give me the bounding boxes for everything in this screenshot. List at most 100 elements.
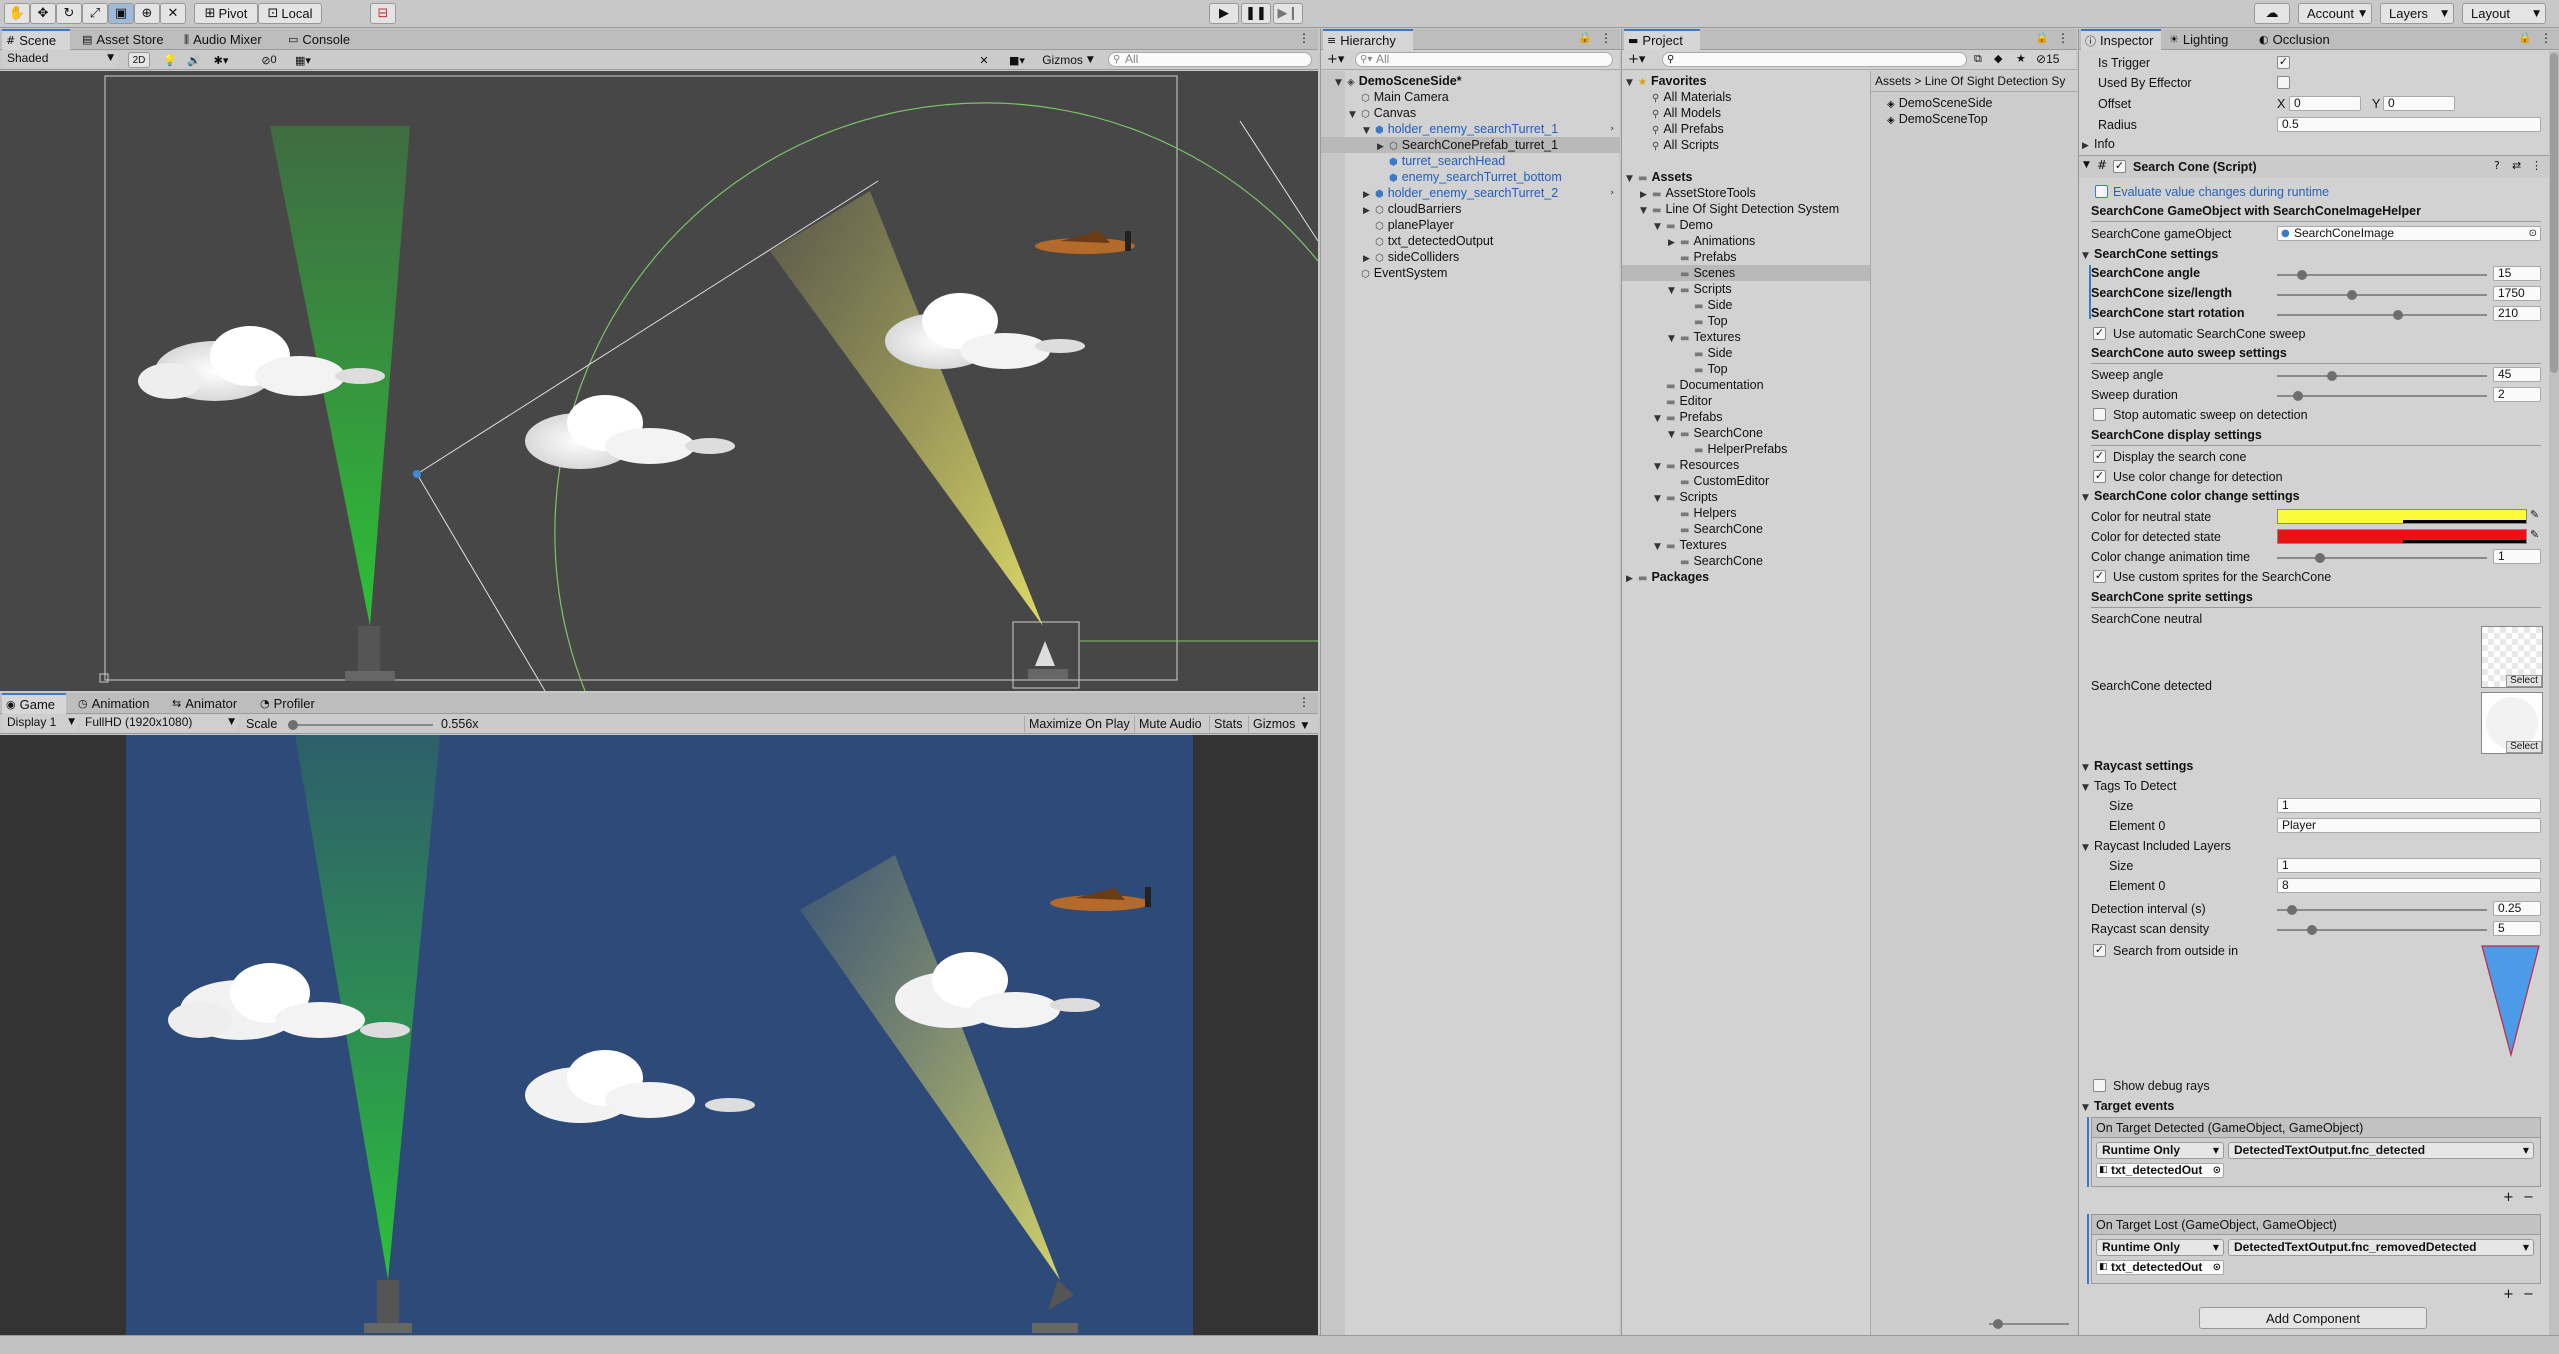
scene-viewport[interactable]	[0, 71, 1318, 691]
tab-game[interactable]: ◉ Game	[2, 693, 66, 714]
camera-icon[interactable]: ■▾	[1002, 52, 1032, 68]
filter-label-icon[interactable]: ◆	[1994, 52, 2002, 65]
info-foldout[interactable]: ▶ Info	[2082, 136, 2115, 152]
inspector-scrollbar[interactable]	[2549, 51, 2559, 1335]
tab-asset-store[interactable]: ▤ Asset Store	[78, 29, 188, 50]
project-tree-item[interactable]: ▬ Documentation	[1622, 377, 1870, 393]
project-tree-item[interactable]: ▬ Scenes	[1622, 265, 1870, 281]
slider-knob[interactable]	[2297, 270, 2307, 280]
tab-console[interactable]: ▭ Console	[284, 29, 374, 50]
slider-knob[interactable]	[2307, 925, 2317, 935]
hierarchy-item[interactable]: ⬡ Main Camera	[1321, 89, 1620, 105]
hierarchy-item[interactable]: ⬡ planePlayer	[1321, 217, 1620, 233]
scale-tool-icon[interactable]: ⤢	[82, 3, 108, 24]
layers-element-field[interactable]: 8	[2277, 878, 2541, 893]
hierarchy-item[interactable]: ⬢ enemy_searchTurret_bottom	[1321, 169, 1620, 185]
project-tree-item[interactable]: ▬ CustomEditor	[1622, 473, 1870, 489]
used-by-effector-checkbox[interactable]	[2277, 76, 2290, 89]
project-tree-item[interactable]: ▼ ▬ Prefabs	[1622, 409, 1870, 425]
move-tool-icon[interactable]: ✥	[30, 3, 56, 24]
more-icon[interactable]: ⋮	[1298, 31, 1310, 45]
more-icon[interactable]: ⋮	[2531, 159, 2542, 172]
remove-listener-icon[interactable]: −	[2523, 1190, 2534, 1205]
cloud-icon[interactable]: ☁	[2254, 3, 2290, 24]
offset-y-field[interactable]: 0	[2383, 96, 2455, 111]
size-slider[interactable]	[2277, 290, 2487, 300]
rotation-slider[interactable]	[2277, 310, 2487, 320]
function-dropdown[interactable]: DetectedTextOutput.fnc_detected ▼	[2228, 1142, 2534, 1159]
project-tree-item[interactable]: ⚲ All Materials	[1622, 89, 1870, 105]
stats-button[interactable]: Stats	[1209, 716, 1243, 732]
project-tree-item[interactable]: ▼ ▬ SearchCone	[1622, 425, 1870, 441]
slider-knob[interactable]	[2293, 391, 2303, 401]
chevron-right-icon[interactable]: ▶	[1626, 571, 1638, 587]
audio-icon[interactable]: 🔊	[184, 52, 204, 68]
tab-lighting[interactable]: ☀ Lighting	[2165, 29, 2245, 50]
scale-slider[interactable]	[288, 720, 433, 730]
file-item[interactable]: ◈ DemoSceneSide	[1887, 95, 1993, 111]
add-icon[interactable]: +▾	[1327, 52, 1344, 67]
add-icon[interactable]: +▾	[1628, 52, 1645, 67]
outside-in-checkbox[interactable]: ✓	[2093, 944, 2106, 957]
hidden-objects-toggle[interactable]: ⊘ 0	[254, 52, 284, 68]
grid-icon[interactable]: ▦▾	[288, 52, 318, 68]
custom-tool-icon[interactable]: ✕	[160, 3, 186, 24]
hierarchy-item[interactable]: ▶ ⬢ holder_enemy_searchTurret_2 ›	[1321, 185, 1620, 201]
rotation-field[interactable]: 210	[2493, 306, 2541, 321]
offset-x-field[interactable]: 0	[2289, 96, 2361, 111]
lock-icon[interactable]: 🔒	[2518, 31, 2532, 44]
hand-tool-icon[interactable]: ✋	[4, 3, 30, 24]
tools-icon[interactable]: ✕	[974, 52, 994, 68]
size-field[interactable]: 1750	[2493, 286, 2541, 301]
preset-icon[interactable]: ⇄	[2512, 159, 2521, 172]
help-icon[interactable]: ?	[2494, 159, 2500, 172]
game-viewport[interactable]	[0, 735, 1318, 1335]
slider-knob[interactable]	[2347, 290, 2357, 300]
project-tree-item[interactable]: ⚲ All Models	[1622, 105, 1870, 121]
hidden-packages-toggle[interactable]: ⊘15	[2036, 52, 2059, 66]
resolution-dropdown[interactable]: FullHD (1920x1080) ▼	[80, 715, 238, 732]
chevron-right-icon[interactable]: ›	[1610, 121, 1614, 137]
scene-gizmos-dropdown[interactable]: Gizmos ▼	[1036, 52, 1100, 68]
anim-time-slider[interactable]	[2277, 553, 2487, 563]
project-tree-item[interactable]: ▬ SearchCone	[1622, 553, 1870, 569]
icon-size-slider[interactable]	[1989, 1319, 2069, 1329]
custom-sprites-checkbox[interactable]: ✓	[2093, 570, 2106, 583]
local-toggle[interactable]: ⊡ Local	[258, 3, 322, 24]
tags-size-field[interactable]: 1	[2277, 798, 2541, 813]
interval-slider[interactable]	[2277, 905, 2487, 915]
add-component-button[interactable]: Add Component	[2199, 1307, 2427, 1329]
project-tree-item[interactable]: ▶ ▬ Animations	[1622, 233, 1870, 249]
project-tree-item[interactable]: ▶ ▬ Packages	[1622, 569, 1870, 585]
hierarchy-item[interactable]: ⬡ txt_detectedOutput	[1321, 233, 1620, 249]
project-tree-item[interactable]: ▬ Top	[1622, 361, 1870, 377]
slider-knob[interactable]	[2327, 371, 2337, 381]
evaluate-checkbox[interactable]	[2095, 185, 2108, 198]
tab-occlusion[interactable]: ◐ Occlusion	[2255, 29, 2345, 50]
project-tree-item[interactable]: ▼ ▬ Assets	[1622, 169, 1870, 185]
layers-size-field[interactable]: 1	[2277, 858, 2541, 873]
runtime-only-dropdown[interactable]: Runtime Only ▼	[2096, 1142, 2224, 1159]
color-change-checkbox[interactable]: ✓	[2093, 470, 2106, 483]
tab-scene[interactable]: # Scene	[2, 29, 70, 50]
breadcrumb[interactable]: Assets > Line Of Sight Detection Sy	[1875, 73, 2065, 89]
sweep-angle-field[interactable]: 45	[2493, 367, 2541, 382]
chevron-right-icon[interactable]: ›	[1610, 185, 1614, 201]
component-header[interactable]: ▼ # ✓ Search Cone (Script) ? ⇄ ⋮	[2079, 156, 2549, 178]
hierarchy-item[interactable]: ▼ ◈ DemoSceneSide*	[1321, 73, 1620, 89]
more-icon[interactable]: ⋮	[2057, 31, 2069, 45]
auto-sweep-checkbox[interactable]: ✓	[2093, 327, 2106, 340]
project-tree-item[interactable]: ▼ ▬ Demo	[1622, 217, 1870, 233]
lighting-icon[interactable]: 💡	[160, 52, 180, 68]
tab-animation[interactable]: ◷ Animation	[74, 693, 174, 714]
hierarchy-item[interactable]: ▶ ⬡ sideColliders	[1321, 249, 1620, 265]
project-tree-item[interactable]: ▼ ★ Favorites	[1622, 73, 1870, 89]
select-button[interactable]: Select	[2506, 741, 2542, 753]
tab-audio-mixer[interactable]: ⫼ Audio Mixer	[180, 29, 290, 50]
lock-icon[interactable]: 🔒	[2035, 31, 2049, 44]
go-field[interactable]: ● SearchConeImage ⊙	[2277, 226, 2541, 241]
snap-icon[interactable]: ⊟	[370, 3, 396, 24]
project-tree-item[interactable]: ▬ Top	[1622, 313, 1870, 329]
sprite-detected-field[interactable]: Select	[2481, 692, 2543, 754]
rect-tool-icon[interactable]: ▣	[108, 3, 134, 24]
